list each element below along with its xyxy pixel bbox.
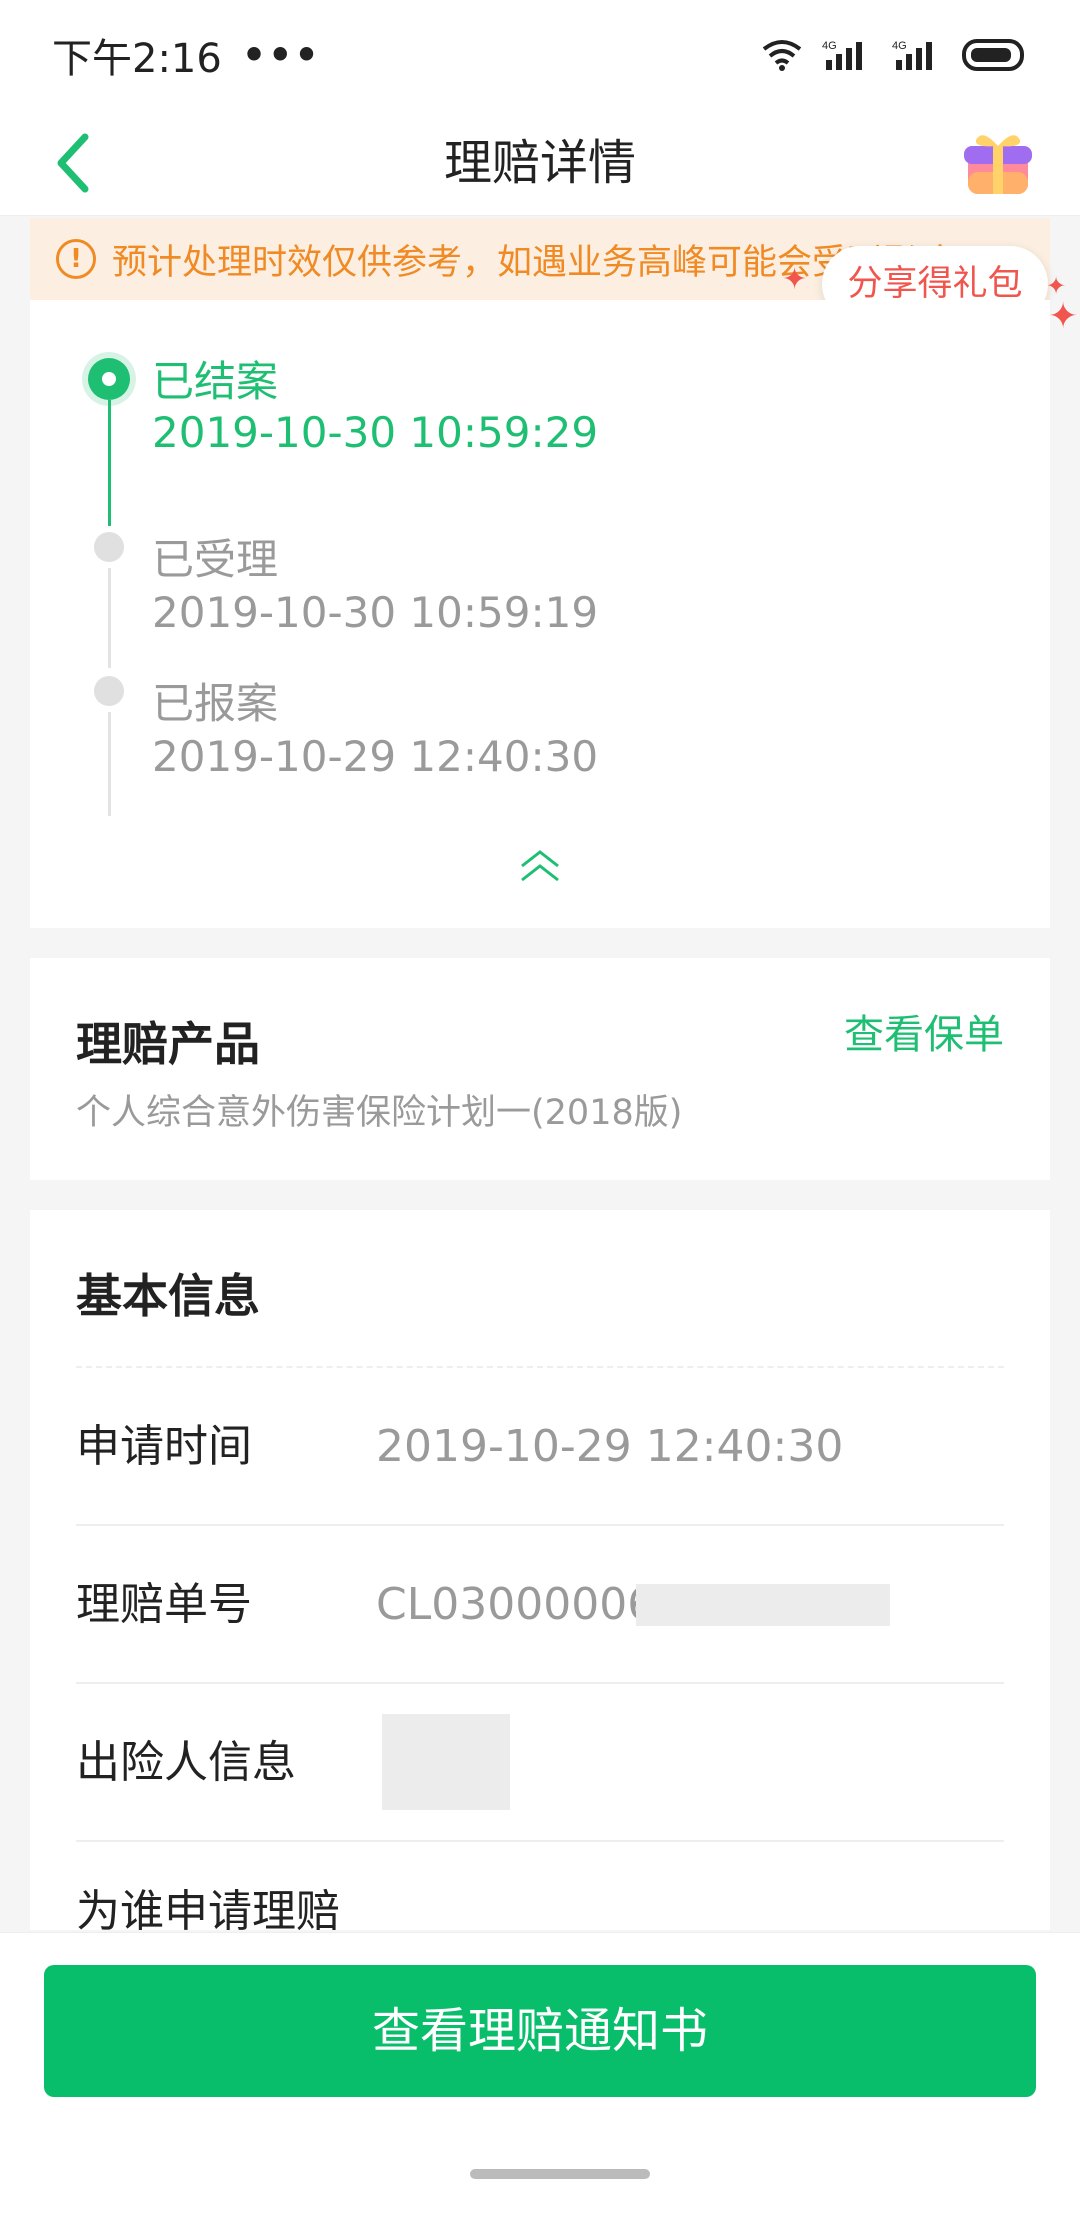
timeline-line (108, 712, 111, 816)
home-indicator[interactable] (470, 2169, 650, 2179)
sparkle-icon: ✦ (782, 262, 808, 297)
navbar: 理赔详情 (0, 110, 1080, 216)
status-time: 下午2:16 (52, 36, 222, 82)
view-claim-notice-button[interactable]: 查看理赔通知书 (44, 1965, 1036, 2097)
svg-text:4G: 4G (892, 40, 907, 52)
alert-circle-icon: ! (56, 239, 96, 279)
info-row-claim-number: 理赔单号 CL03000006 (76, 1526, 1004, 1684)
claim-progress-timeline: 已结案 2019-10-30 10:59:29 已受理 2019-10-30 1… (30, 300, 1050, 928)
info-row-insured-info: 出险人信息 (76, 1684, 1004, 1842)
product-section-title: 理赔产品 (76, 1017, 260, 1071)
wifi-icon (762, 40, 802, 71)
gift-box-icon (964, 135, 1032, 194)
timeline-line (108, 400, 111, 526)
redacted-block (382, 1714, 510, 1810)
view-policy-link[interactable]: 查看保单 (844, 1002, 1004, 1060)
info-value: CL03000006 (376, 1579, 656, 1630)
page-title: 理赔详情 (443, 135, 636, 191)
info-label: 出险人信息 (76, 1737, 296, 1788)
timeline-dot (94, 676, 124, 706)
timeline-status: 已报案 (152, 679, 279, 728)
claim-product-card: 理赔产品 查看保单 个人综合意外伤害保险计划一(2018版) (30, 958, 1050, 1180)
bottom-action-bar: 查看理赔通知书 (0, 1932, 1080, 2220)
gift-button[interactable] (960, 124, 1036, 200)
status-dots: ••• (241, 33, 321, 77)
product-name: 个人综合意外伤害保险计划一(2018版) (76, 1093, 683, 1133)
battery-icon (962, 39, 1024, 71)
timeline-status: 已结案 (152, 357, 279, 406)
status-left: 下午2:16 ••• (52, 26, 321, 84)
signal-4g-icon: 4G (892, 40, 932, 70)
status-icons: 4G 4G (762, 38, 1028, 72)
timeline-time: 2019-10-30 10:59:29 (152, 408, 599, 457)
timeline-time: 2019-10-29 12:40:30 (152, 732, 599, 781)
info-row-apply-time: 申请时间 2019-10-29 12:40:30 (76, 1368, 1004, 1526)
basic-info-title: 基本信息 (76, 1269, 260, 1323)
collapse-timeline-button[interactable] (516, 846, 564, 886)
info-label: 理赔单号 (76, 1579, 252, 1630)
chevron-double-up-icon (521, 850, 559, 882)
basic-info-card: 基本信息 申请时间 2019-10-29 12:40:30 理赔单号 CL030… (30, 1210, 1050, 1930)
sparkle-icon: ✦ (1048, 296, 1079, 337)
timeline-time: 2019-10-30 10:59:19 (152, 588, 599, 637)
signal-4g-icon: 4G (822, 40, 862, 70)
info-label: 为谁申请理赔 (76, 1886, 340, 1930)
redacted-block (636, 1584, 890, 1626)
info-value: 2019-10-29 12:40:30 (376, 1421, 844, 1472)
timeline-dot-active (88, 358, 130, 400)
timeline-status: 已受理 (152, 535, 279, 584)
status-bar: 下午2:16 ••• 4G 4G (0, 0, 1080, 110)
timeline-dot (94, 532, 124, 562)
svg-text:4G: 4G (822, 40, 837, 52)
info-label: 申请时间 (76, 1421, 252, 1472)
timeline-line (108, 568, 111, 668)
info-row-applicant: 为谁申请理赔 (76, 1842, 1004, 1930)
